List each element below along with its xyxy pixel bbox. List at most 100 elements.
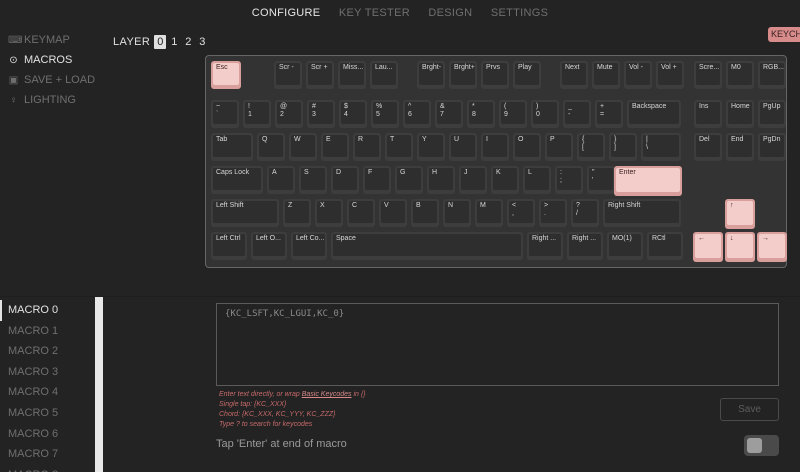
key[interactable]: { [ — [577, 133, 605, 161]
key[interactable]: Left Co... — [291, 232, 327, 260]
key[interactable]: Right ... — [567, 232, 603, 260]
key[interactable]: M0 — [726, 61, 754, 89]
sidebar-item-lighting[interactable]: ♀ LIGHTING — [0, 90, 104, 110]
key[interactable]: * 8 — [467, 100, 495, 128]
key[interactable]: U — [449, 133, 477, 161]
key[interactable]: Left Shift — [211, 199, 279, 227]
key[interactable]: E — [321, 133, 349, 161]
key[interactable]: RCtl — [647, 232, 683, 260]
key[interactable]: : ; — [555, 166, 583, 194]
key[interactable]: ( 9 — [499, 100, 527, 128]
key[interactable]: Next — [560, 61, 588, 89]
key[interactable]: X — [315, 199, 343, 227]
key[interactable]: ^ 6 — [403, 100, 431, 128]
sidebar-item-keymap[interactable]: ⌨ KEYMAP — [0, 30, 104, 50]
key[interactable]: + = — [595, 100, 623, 128]
key[interactable]: M — [475, 199, 503, 227]
key[interactable]: A — [267, 166, 295, 194]
key[interactable]: S — [299, 166, 327, 194]
key[interactable]: Space — [331, 232, 523, 260]
key[interactable]: " ' — [587, 166, 615, 194]
key[interactable]: Right ... — [527, 232, 563, 260]
sidebar-item-save-load[interactable]: ▣ SAVE + LOAD — [0, 70, 104, 90]
save-button[interactable]: Save — [720, 398, 779, 421]
key[interactable]: R — [353, 133, 381, 161]
key[interactable]: F — [363, 166, 391, 194]
key[interactable]: Left O... — [251, 232, 287, 260]
key[interactable]: @ 2 — [275, 100, 303, 128]
key[interactable]: V — [379, 199, 407, 227]
key[interactable]: Miss... — [338, 61, 366, 89]
macro-item[interactable]: MACRO 2 — [0, 341, 104, 362]
key[interactable]: < , — [507, 199, 535, 227]
tap-enter-toggle[interactable] — [744, 435, 779, 456]
key[interactable]: Mute — [592, 61, 620, 89]
keyboard-name-badge[interactable]: KEYCHRON — [768, 27, 800, 42]
key[interactable]: H — [427, 166, 455, 194]
key[interactable]: % 5 — [371, 100, 399, 128]
key[interactable]: Y — [417, 133, 445, 161]
key[interactable]: J — [459, 166, 487, 194]
key[interactable]: Vol - — [624, 61, 652, 89]
key[interactable]: Del — [694, 133, 722, 161]
key[interactable]: C — [347, 199, 375, 227]
key[interactable]: Caps Lock — [211, 166, 263, 194]
key[interactable]: O — [513, 133, 541, 161]
tab-configure[interactable]: CONFIGURE — [252, 0, 321, 26]
tab-settings[interactable]: SETTINGS — [491, 0, 548, 26]
macro-item[interactable]: MACRO 6 — [0, 424, 104, 445]
key[interactable]: D — [331, 166, 359, 194]
key[interactable]: Enter — [614, 166, 682, 196]
key[interactable]: PgDn — [758, 133, 786, 161]
key[interactable]: | \ — [641, 133, 681, 161]
macro-item[interactable]: MACRO 4 — [0, 382, 104, 403]
key[interactable]: Q — [257, 133, 285, 161]
key[interactable]: ! 1 — [243, 100, 271, 128]
macro-item[interactable]: MACRO 5 — [0, 403, 104, 424]
key[interactable]: Brght- — [417, 61, 445, 89]
key[interactable]: G — [395, 166, 423, 194]
key[interactable]: Scr - — [274, 61, 302, 89]
key[interactable]: MO(1) — [607, 232, 643, 260]
key[interactable]: → — [757, 232, 787, 262]
macro-item[interactable]: MACRO 1 — [0, 321, 104, 342]
macro-item[interactable]: MACRO 0 — [0, 300, 104, 321]
key[interactable]: Brght+ — [449, 61, 477, 89]
layer-0-button[interactable]: 0 — [154, 34, 167, 49]
tab-key-tester[interactable]: KEY TESTER — [339, 0, 410, 26]
key[interactable]: Play — [513, 61, 541, 89]
macro-editor[interactable]: {KC_LSFT,KC_LGUI,KC_0} — [216, 303, 779, 386]
tab-design[interactable]: DESIGN — [428, 0, 472, 26]
key[interactable]: Lau... — [370, 61, 398, 89]
key[interactable]: Z — [283, 199, 311, 227]
key[interactable]: RGB... — [758, 61, 786, 89]
basic-keycodes-link[interactable]: Basic Keycodes — [302, 391, 352, 398]
key[interactable]: Prvs — [481, 61, 509, 89]
key[interactable]: End — [726, 133, 754, 161]
key[interactable]: W — [289, 133, 317, 161]
key[interactable]: Home — [726, 100, 754, 128]
key[interactable]: ? / — [571, 199, 599, 227]
key[interactable]: # 3 — [307, 100, 335, 128]
key[interactable]: & 7 — [435, 100, 463, 128]
key[interactable]: K — [491, 166, 519, 194]
layer-1-button[interactable]: 1 — [168, 35, 180, 49]
key[interactable]: P — [545, 133, 573, 161]
key[interactable]: N — [443, 199, 471, 227]
key[interactable]: Esc — [211, 61, 241, 89]
key[interactable]: ) 0 — [531, 100, 559, 128]
macro-item[interactable]: MACRO 3 — [0, 362, 104, 383]
macro-item[interactable]: MACRO 8 — [0, 465, 104, 472]
key[interactable]: $ 4 — [339, 100, 367, 128]
key[interactable]: Tab — [211, 133, 253, 161]
key[interactable]: ← — [693, 232, 723, 262]
key[interactable]: } ] — [609, 133, 637, 161]
layer-3-button[interactable]: 3 — [196, 35, 208, 49]
key[interactable]: Vol + — [656, 61, 684, 89]
key[interactable]: Left Ctrl — [211, 232, 247, 260]
key[interactable]: ~ ` — [211, 100, 239, 128]
key[interactable]: > . — [539, 199, 567, 227]
key[interactable]: T — [385, 133, 413, 161]
key[interactable]: ↓ — [725, 232, 755, 262]
key[interactable]: B — [411, 199, 439, 227]
